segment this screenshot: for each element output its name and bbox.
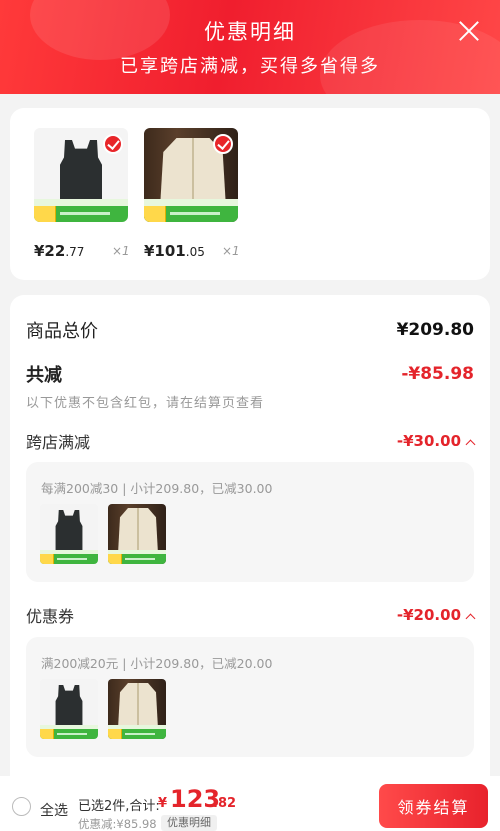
selected-count-text: 已选2件,合计: [78, 799, 160, 814]
discount-note: 以下优惠不包含红包，请在结算页查看 [26, 396, 265, 411]
section-label: 跨店满减 [26, 433, 91, 452]
item-price: ¥101.05 [144, 242, 205, 260]
checked-icon[interactable] [103, 134, 123, 154]
product-thumb-tank-top[interactable] [34, 128, 128, 222]
item-qty: ×1 [112, 244, 130, 258]
section-desc: 满200减20元 | 小计209.80，已减20.00 [41, 656, 273, 671]
section-detail-box: 满200减20元 | 小计209.80，已减20.00 [26, 637, 474, 757]
section-value: -¥20.00 [397, 606, 476, 624]
total-value: ¥209.80 [396, 320, 474, 340]
promo-strip [34, 206, 128, 222]
sum-currency: ¥ [158, 796, 168, 811]
product-thumb-jacket [108, 504, 166, 564]
product-thumb-tank-top [40, 504, 98, 564]
section-value: -¥30.00 [397, 432, 476, 450]
section-detail-box: 每满200减30 | 小计209.80，已减30.00 [26, 462, 474, 582]
total-row: 商品总价 ¥209.80 [26, 317, 474, 343]
discount-summary-card: 商品总价 ¥209.80 共减 -¥85.98 以下优惠不包含红包，请在结算页查… [10, 295, 490, 795]
checked-icon[interactable] [213, 134, 233, 154]
page-title: 优惠明细 [204, 20, 296, 44]
discount-detail-button[interactable]: 优惠明细 [161, 815, 217, 831]
section-coupon[interactable]: 优惠券 -¥20.00 [26, 603, 476, 627]
section-cross-store[interactable]: 跨店满减 -¥30.00 [26, 429, 476, 453]
total-label: 商品总价 [26, 321, 98, 342]
promo-banner [144, 199, 238, 206]
detail-header: 优惠明细 已享跨店满减，买得多省得多 [0, 0, 500, 94]
product-thumb-tank-top [40, 679, 98, 739]
item-price: ¥22.77 [34, 242, 85, 260]
reduce-label: 共减 [26, 365, 62, 386]
section-label: 优惠券 [26, 607, 75, 626]
chevron-up-icon [465, 613, 476, 624]
chevron-up-icon [465, 439, 476, 450]
reduce-value: -¥85.98 [401, 364, 474, 384]
close-icon[interactable] [458, 20, 480, 42]
product-thumb-jacket[interactable] [144, 128, 238, 222]
promo-strip [144, 206, 238, 222]
product-thumb-jacket [108, 679, 166, 739]
selected-items-card: ¥22.77 ×1 ¥101.05 ×1 [10, 108, 490, 280]
item-qty: ×1 [222, 244, 240, 258]
promo-banner [34, 199, 128, 206]
select-all-radio[interactable] [12, 797, 31, 816]
reduce-row: 共减 -¥85.98 [26, 361, 474, 387]
checkout-button[interactable]: 领券结算 [379, 784, 488, 828]
saved-amount: 优惠减:¥85.98 [78, 817, 157, 831]
select-all-label[interactable]: 全选 [40, 800, 68, 820]
checkout-bar: 全选 已选2件,合计: ¥ 123 .82 优惠减:¥85.98 优惠明细 领券… [0, 776, 500, 831]
section-desc: 每满200减30 | 小计209.80，已减30.00 [41, 481, 273, 496]
page-subtitle: 已享跨店满减，买得多省得多 [120, 56, 380, 77]
sum-decimal: .82 [213, 796, 237, 811]
tank-top-image [60, 140, 102, 202]
